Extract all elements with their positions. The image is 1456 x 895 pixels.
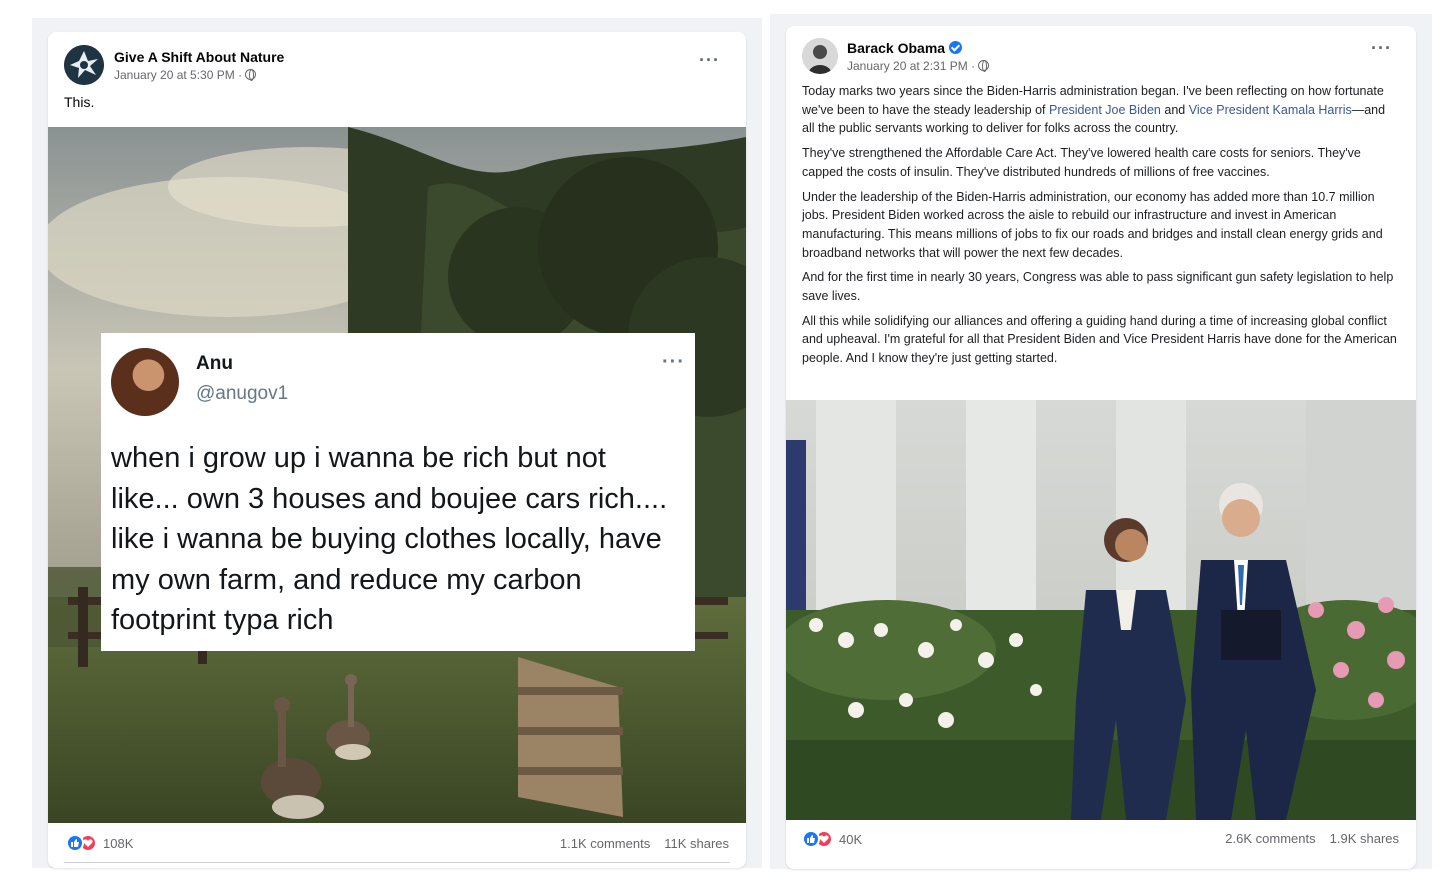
tweet-more-icon: ··· [662, 351, 685, 373]
engagement-stats: 1.1K comments 11K shares [560, 836, 729, 851]
page-logo-icon [64, 45, 104, 85]
embedded-tweet-card: Anu @anugov1 ··· when i grow up i wanna … [101, 333, 695, 651]
paragraph-2: They've strengthened the Affordable Care… [802, 146, 1361, 179]
paragraph-3: Under the leadership of the Biden-Harris… [802, 189, 1383, 260]
post-card-obama: Barack Obama January 20 at 2:31 PM · ···… [786, 26, 1416, 869]
author-avatar[interactable] [802, 38, 838, 74]
action-divider [64, 862, 730, 863]
post-image[interactable]: Anu @anugov1 ··· when i grow up i wanna … [48, 127, 746, 823]
tweet-author-name: Anu [196, 353, 233, 374]
paragraph-5: All this while solidifying our alliances… [802, 313, 1397, 366]
tweet-text: when i grow up i wanna be rich but not l… [111, 442, 668, 636]
page-avatar[interactable] [64, 45, 104, 85]
post-author[interactable]: Give A Shift About Nature [114, 49, 284, 65]
profile-photo [802, 38, 838, 74]
link-joe-biden[interactable]: President Joe Biden [1049, 103, 1161, 117]
post-header: Barack Obama January 20 at 2:31 PM · [802, 38, 990, 74]
comments-count[interactable]: 1.1K comments [560, 836, 650, 851]
shares-count[interactable]: 1.9K shares [1330, 831, 1399, 846]
globe-icon [978, 60, 990, 72]
post-meta: January 20 at 5:30 PM · [114, 68, 284, 82]
post-card-nature: Give A Shift About Nature January 20 at … [48, 32, 746, 868]
author-name[interactable]: Give A Shift About Nature [114, 49, 284, 65]
tweet-handle: @anugov1 [196, 383, 289, 404]
post-author[interactable]: Barack Obama [847, 40, 989, 56]
more-options-icon[interactable]: ··· [699, 50, 720, 71]
post-timestamp[interactable]: January 20 at 5:30 PM · [114, 68, 242, 82]
verified-badge-icon [949, 41, 963, 54]
paragraph-1: Today marks two years since the Biden-Ha… [802, 84, 1386, 136]
like-reaction-icon [802, 830, 820, 848]
comments-count[interactable]: 2.6K comments [1225, 831, 1315, 846]
reaction-count[interactable]: 108K [103, 836, 133, 851]
paragraph-4: And for the first time in nearly 30 year… [802, 270, 1394, 304]
globe-icon [245, 69, 257, 81]
shares-count[interactable]: 11K shares [664, 836, 729, 851]
like-reaction-icon [66, 834, 84, 852]
reaction-count[interactable]: 40K [839, 832, 862, 847]
post-body: Today marks two years since the Biden-Ha… [802, 82, 1400, 374]
tweet-avatar [111, 348, 179, 416]
post-image[interactable] [786, 400, 1416, 820]
rose-garden-photo [786, 400, 1416, 820]
post-meta: January 20 at 2:31 PM · [847, 59, 990, 73]
post-header: Give A Shift About Nature January 20 at … [64, 45, 284, 85]
post-timestamp[interactable]: January 20 at 2:31 PM · [847, 59, 975, 73]
reaction-summary[interactable]: 108K [66, 834, 133, 852]
reaction-summary[interactable]: 40K [802, 830, 862, 848]
engagement-stats: 2.6K comments 1.9K shares [1225, 831, 1399, 846]
left-feed-panel: Give A Shift About Nature January 20 at … [32, 18, 762, 868]
link-kamala-harris[interactable]: Vice President Kamala Harris [1189, 103, 1352, 117]
post-caption: This. [64, 94, 95, 110]
more-options-icon[interactable]: ··· [1371, 38, 1392, 59]
right-feed-panel: Barack Obama January 20 at 2:31 PM · ···… [770, 14, 1432, 869]
author-name[interactable]: Barack Obama [847, 40, 945, 56]
